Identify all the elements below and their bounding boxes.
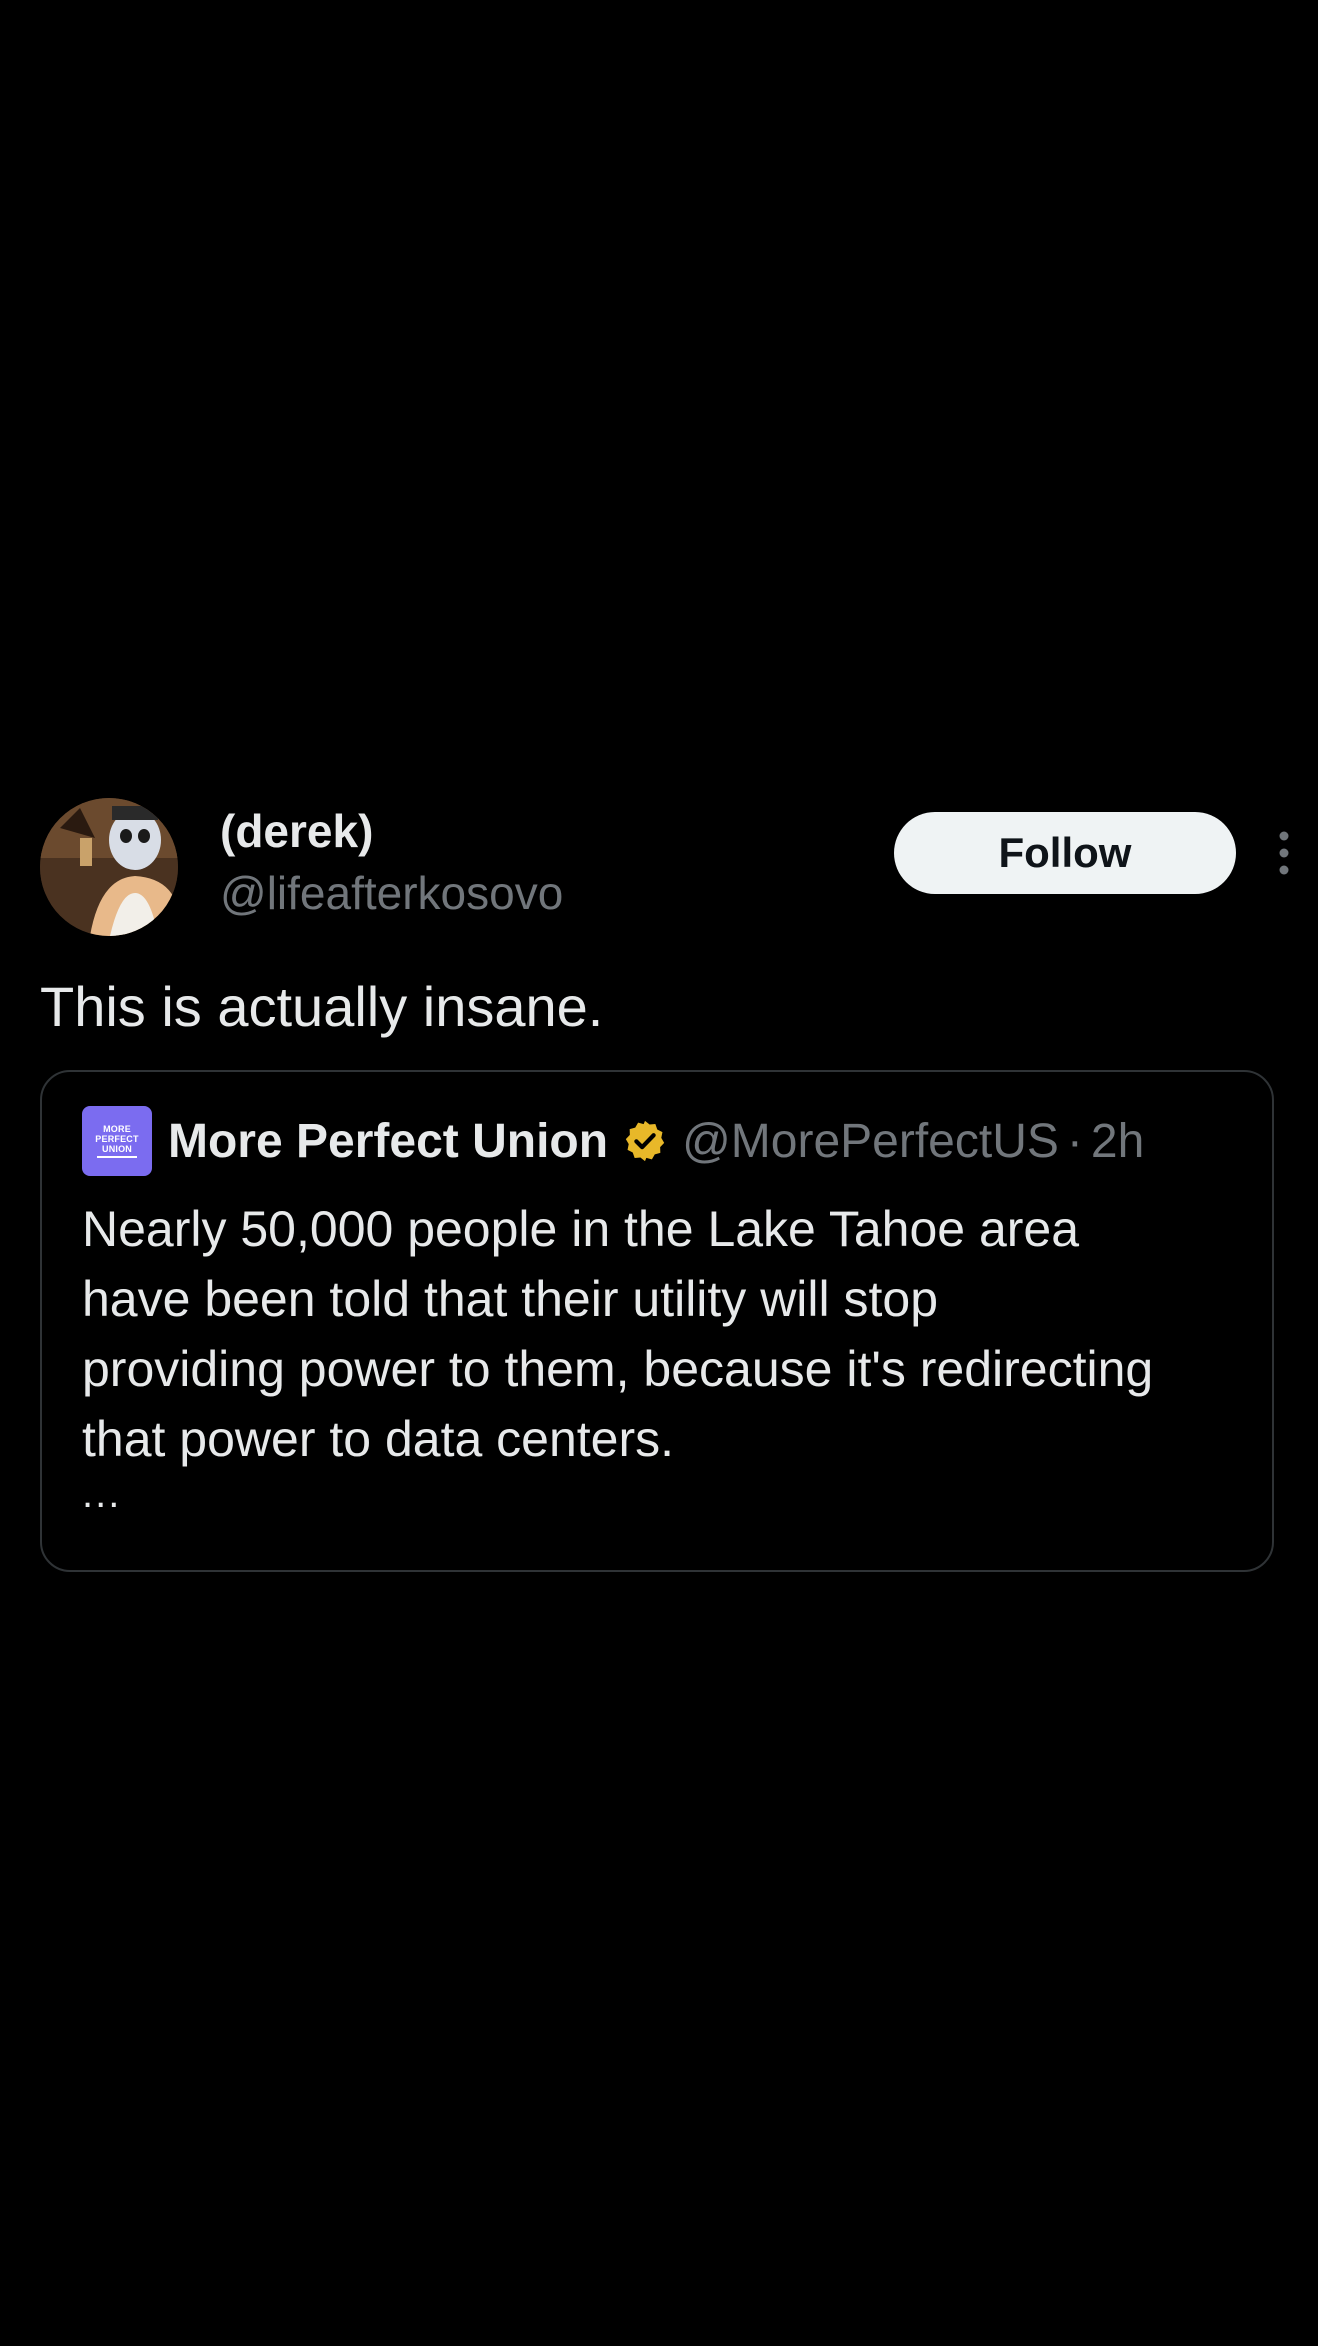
author-handle[interactable]: @lifeafterkosovo (220, 865, 563, 921)
quoted-tweet-header: MORE PERFECT UNION More Perfect Union @M… (82, 1106, 1144, 1176)
quoted-author-avatar[interactable]: MORE PERFECT UNION (82, 1106, 152, 1176)
quoted-author-handle[interactable]: @MorePerfectUS (682, 1114, 1059, 1169)
avatar-logo-text-3: UNION (102, 1144, 132, 1154)
tweet-header: (derek) @lifeafterkosovo Follow (40, 798, 1289, 938)
author-avatar[interactable] (40, 798, 178, 936)
tweet-text: This is actually insane. (40, 975, 604, 1038)
avatar-logo-text-1: MORE (103, 1124, 131, 1134)
more-options-button[interactable] (1272, 828, 1296, 878)
avatar-photo (40, 798, 178, 936)
quoted-text-line: Nearly 50,000 people in the Lake Tahoe a… (82, 1201, 1080, 1257)
verified-badge-icon (625, 1120, 665, 1162)
quoted-author-name[interactable]: More Perfect Union (168, 1114, 608, 1169)
author-display-name[interactable]: (derek) (220, 803, 563, 859)
dot-separator: · (1066, 1114, 1083, 1168)
quoted-tweet-body: Nearly 50,000 people in the Lake Tahoe a… (82, 1194, 1242, 1474)
quoted-text-line: that power to data centers. (82, 1411, 675, 1467)
quoted-text-line: providing power to them, because it's re… (82, 1341, 1154, 1397)
author-names: (derek) @lifeafterkosovo (220, 803, 563, 921)
quoted-text-line: have been told that their utility will s… (82, 1271, 939, 1327)
quoted-tweet-card[interactable]: MORE PERFECT UNION More Perfect Union @M… (40, 1070, 1274, 1572)
follow-button[interactable]: Follow (894, 812, 1236, 894)
avatar-logo-text-2: PERFECT (95, 1134, 139, 1144)
avatar-logo-underline (97, 1156, 137, 1158)
quoted-tweet-ellipsis: ... (82, 1472, 122, 1516)
quoted-tweet-timestamp[interactable]: 2h (1091, 1114, 1144, 1169)
tweet[interactable]: (derek) @lifeafterkosovo Follow This is … (40, 798, 1289, 1572)
vertical-ellipsis-icon (1279, 831, 1289, 875)
